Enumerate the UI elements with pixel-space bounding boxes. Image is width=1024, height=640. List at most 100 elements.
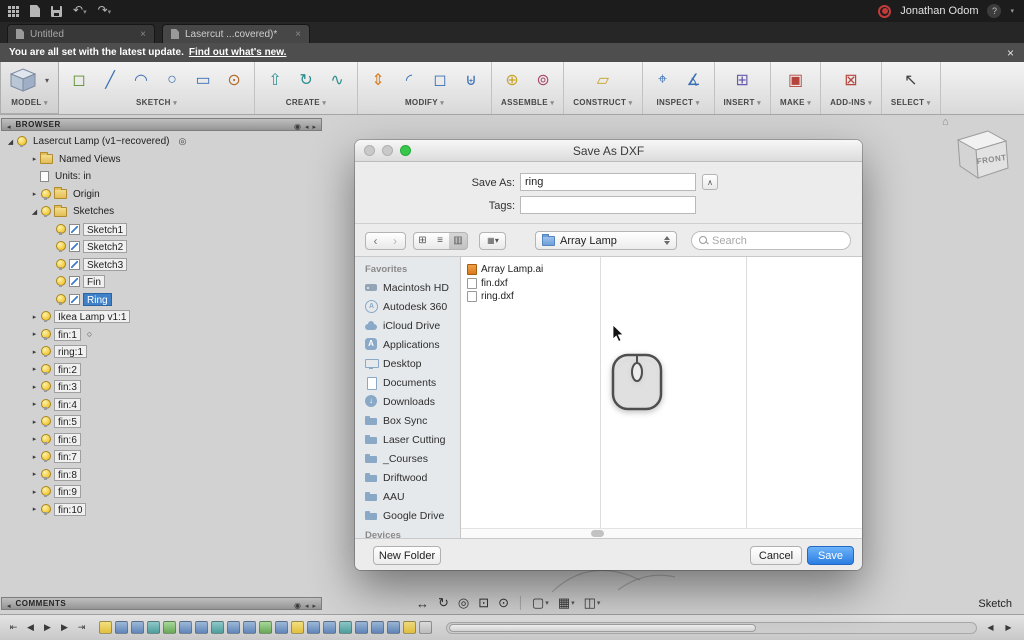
tab-untitled[interactable]: Untitled × (7, 24, 155, 43)
tree-item-label[interactable]: fin:3 (54, 380, 81, 394)
timeline-feature-icon[interactable] (323, 621, 336, 634)
browser-row-named-views[interactable]: ▸ Named Views (1, 151, 337, 169)
fillet-icon[interactable]: ◜ (398, 69, 420, 91)
tree-item-label[interactable]: Lasercut Lamp (v1~recovered) (30, 135, 172, 148)
file-row-array-lamp-ai[interactable]: Array Lamp.ai (461, 263, 862, 277)
ribbon-group-label-insert[interactable]: INSERT ▾ (724, 98, 762, 107)
tree-item-label[interactable]: fin:8 (54, 467, 81, 481)
tree-expander-icon[interactable]: ▸ (29, 190, 40, 198)
tree-item-label[interactable]: Sketch3 (83, 257, 128, 271)
revolve-icon[interactable]: ↻ (295, 69, 317, 91)
tree-expander-icon[interactable]: ▸ (29, 348, 40, 356)
timeline-feature-icon[interactable] (211, 621, 224, 634)
tree-expander-icon[interactable]: ▸ (29, 470, 40, 478)
tree-item-label[interactable]: Fin (83, 275, 105, 289)
visibility-bulb-icon[interactable] (40, 328, 51, 340)
viewcube-graphic[interactable]: FRONT (944, 118, 1018, 186)
tree-item-label[interactable]: ring:1 (54, 345, 88, 359)
horizontal-scrollbar[interactable] (461, 528, 862, 538)
sidebar-item-driftwood[interactable]: Driftwood (355, 468, 460, 487)
timeline-feature-icon[interactable] (115, 621, 128, 634)
viewcube[interactable]: FRONT (944, 118, 1018, 186)
browser-row-origin[interactable]: ▸ Origin (1, 186, 337, 204)
sketch-circle-icon[interactable]: ○ (161, 69, 183, 91)
visibility-bulb-icon[interactable] (55, 241, 66, 253)
tree-expander-icon[interactable]: ▸ (29, 400, 40, 408)
visibility-bulb-icon[interactable] (40, 486, 51, 498)
tree-expander-icon[interactable]: ▸ (29, 505, 40, 513)
timeline-feature-icon[interactable] (99, 621, 112, 634)
play-button[interactable]: ▶ (40, 620, 55, 635)
sidebar-item-autodesk-360[interactable]: Autodesk 360 (355, 297, 460, 316)
collapse-panel-icon[interactable] (7, 116, 11, 134)
list-view-button[interactable] (431, 232, 450, 250)
visibility-bulb-icon[interactable] (55, 276, 66, 288)
sidebar-item-courses[interactable]: _Courses (355, 449, 460, 468)
ribbon-group-label-modify[interactable]: MODIFY ▾ (405, 98, 444, 107)
close-notification-icon[interactable]: × (1007, 46, 1014, 60)
ribbon-group-label-select[interactable]: SELECT ▾ (891, 98, 931, 107)
tree-expander-icon[interactable]: ▸ (29, 418, 40, 426)
panel-scroll-left-icon[interactable] (305, 595, 309, 613)
tree-expander-icon[interactable]: ▸ (29, 435, 40, 443)
browser-row-fin-8[interactable]: ▸ fin:8 (1, 466, 337, 484)
timeline-feature-icon[interactable] (227, 621, 240, 634)
minimize-window-icon[interactable] (382, 145, 393, 156)
extrude-icon[interactable]: ⇧ (264, 69, 286, 91)
browser-row-sketch1[interactable]: Sketch1 (1, 221, 337, 239)
tree-item-label[interactable]: Sketches (70, 205, 117, 218)
sketch-offset-icon[interactable]: ⊙ (223, 69, 245, 91)
visibility-bulb-icon[interactable] (40, 311, 51, 323)
ribbon-group-label-inspect[interactable]: INSPECT ▾ (656, 98, 699, 107)
maximize-window-icon[interactable] (400, 145, 411, 156)
sidebar-item-aau[interactable]: AAU (355, 487, 460, 506)
new-component-icon[interactable]: ⊕ (501, 69, 523, 91)
sidebar-item-downloads[interactable]: Downloads (355, 392, 460, 411)
browser-row-sketch2[interactable]: Sketch2 (1, 238, 337, 256)
sketch-arc-icon[interactable]: ◠ (130, 69, 152, 91)
back-button[interactable] (365, 232, 386, 250)
browser-row-sketches[interactable]: ◢ Sketches (1, 203, 337, 221)
timeline-feature-icon[interactable] (291, 621, 304, 634)
scripts-addins-icon[interactable]: ⊠ (840, 69, 862, 91)
step-forward-button[interactable]: ▶ (57, 620, 72, 635)
ribbon-group-label-model[interactable]: MODEL ▾ (11, 98, 48, 107)
tree-item-label[interactable]: fin:6 (54, 432, 81, 446)
visibility-bulb-icon[interactable] (55, 258, 66, 270)
help-icon[interactable]: ? (987, 4, 1002, 18)
go-to-start-button[interactable]: ⇤ (6, 620, 21, 635)
panel-scroll-left-icon[interactable] (305, 116, 309, 134)
visibility-bulb-icon[interactable] (40, 416, 51, 428)
sweep-icon[interactable]: ∿ (326, 69, 348, 91)
browser-row-fin-3[interactable]: ▸ fin:3 (1, 378, 337, 396)
sidebar-item-desktop[interactable]: Desktop (355, 354, 460, 373)
zoom-button[interactable]: ⊙ (495, 594, 512, 612)
timeline-feature-icon[interactable] (275, 621, 288, 634)
column-divider[interactable] (600, 257, 601, 528)
collapse-panel-icon[interactable] (7, 595, 11, 613)
visibility-bulb-icon[interactable] (40, 206, 51, 218)
browser-row-fin-2[interactable]: ▸ fin:2 (1, 361, 337, 379)
tree-item-label[interactable]: Ikea Lamp v1:1 (54, 310, 131, 324)
press-pull-icon[interactable]: ⇕ (367, 69, 389, 91)
file-row-ring-dxf[interactable]: ring.dxf (461, 290, 862, 304)
forward-button[interactable] (385, 232, 406, 250)
make-3d-print-icon[interactable]: ▣ (785, 69, 807, 91)
search-field[interactable] (691, 231, 851, 250)
shell-icon[interactable]: ◻ (429, 69, 451, 91)
comments-panel-header[interactable]: COMMENTS (1, 597, 322, 610)
tree-expander-icon[interactable]: ▸ (29, 453, 40, 461)
sidebar-item-macintosh-hd[interactable]: Macintosh HD (355, 278, 460, 297)
redo-button[interactable]: ↷▾ (98, 0, 112, 24)
scrollbar-thumb[interactable] (591, 530, 604, 537)
browser-row-fin-10[interactable]: ▸ fin:10 (1, 501, 337, 519)
close-tab-icon[interactable]: × (295, 29, 301, 40)
zoom-window-button[interactable]: ⊡ (475, 594, 492, 612)
user-account-button[interactable]: Jonathan Odom (900, 5, 978, 17)
browser-row-ikea-lamp-v1-1[interactable]: ▸ Ikea Lamp v1:1 (1, 308, 337, 326)
browser-row-fin-9[interactable]: ▸ fin:9 (1, 483, 337, 501)
timeline-feature-icon[interactable] (163, 621, 176, 634)
ribbon-group-label-make[interactable]: MAKE ▾ (780, 98, 811, 107)
ribbon-group-label-sketch[interactable]: SKETCH ▾ (136, 98, 177, 107)
new-folder-button[interactable]: New Folder (373, 546, 441, 565)
